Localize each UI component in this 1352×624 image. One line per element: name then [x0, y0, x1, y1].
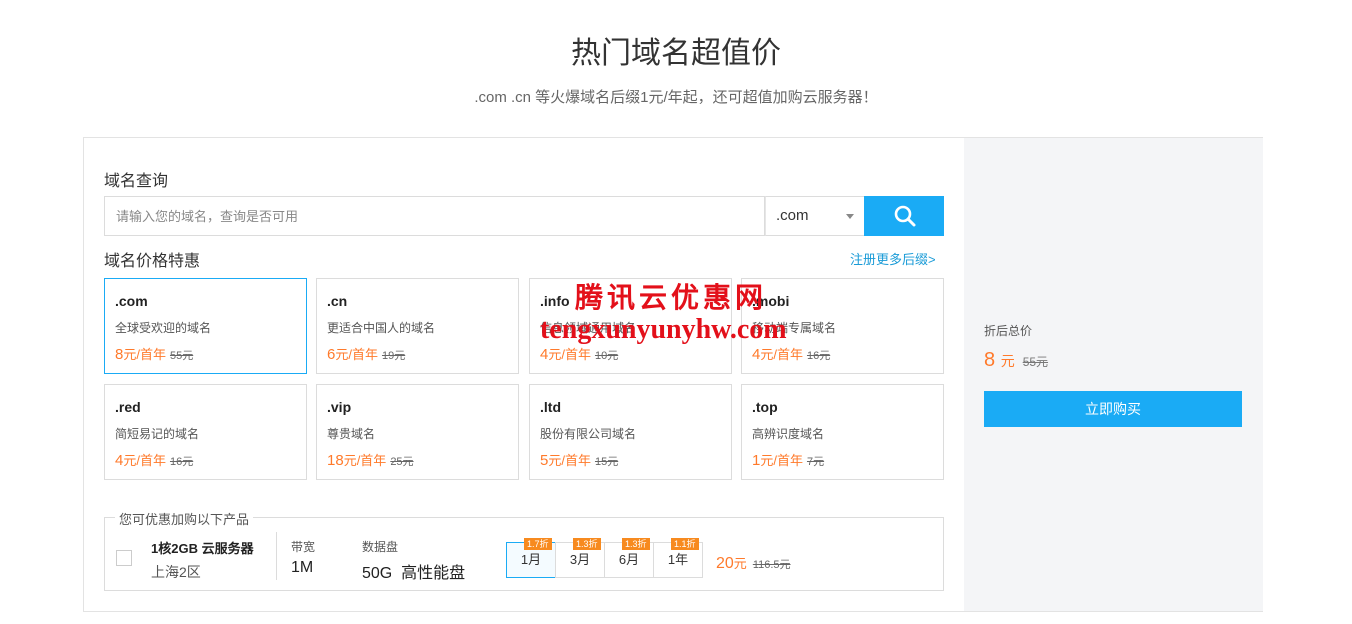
page-title: 热门域名超值价 — [571, 37, 781, 70]
domain-price-unit: 元/首年 — [548, 347, 591, 362]
domain-old-price: 10元 — [594, 350, 619, 362]
domain-desc: 股份有限公司域名 — [540, 427, 637, 441]
domain-desc: 更适合中国人的域名 — [327, 321, 436, 335]
domain-price-value: 18 — [327, 452, 344, 469]
buy-now-button[interactable]: 立即购买 — [984, 391, 1242, 427]
discount-badge: 1.7折 — [524, 538, 552, 550]
discount-badge: 1.3折 — [573, 538, 601, 550]
domain-card[interactable]: .ltd 股份有限公司域名 5元/首年 15元 — [529, 384, 732, 480]
total-label: 折后总价 — [984, 324, 1033, 338]
domain-old-price: 16元 — [169, 456, 194, 468]
pricing-section-label: 域名价格特惠 — [104, 253, 201, 270]
domain-old-price: 25元 — [390, 456, 414, 468]
domain-search-input[interactable] — [105, 197, 765, 235]
domain-card[interactable]: .com 全球受欢迎的域名 8元/首年 55元 — [104, 278, 307, 374]
domain-price: 8元/首年 55元 — [115, 344, 193, 363]
discount-badge: 1.1折 — [671, 538, 699, 550]
domain-price: 6元/首年 19元 — [327, 344, 405, 363]
bandwidth-label: 带宽 — [291, 540, 316, 554]
addon-price-value: 20 — [716, 555, 734, 572]
search-button[interactable] — [864, 196, 944, 236]
disk-label: 数据盘 — [362, 540, 399, 554]
domain-suffix: .info — [540, 293, 570, 309]
product-name: 1核2GB 云服务器 — [151, 541, 254, 556]
domain-old-price: 16元 — [806, 350, 831, 362]
suffix-select[interactable]: .com — [765, 196, 865, 236]
domain-card[interactable]: .red 简短易记的域名 4元/首年 16元 — [104, 384, 307, 480]
disk-value: 50G 高性能盘 — [362, 565, 466, 582]
domain-card[interactable]: .top 高辨识度域名 1元/首年 7元 — [741, 384, 944, 480]
domain-price-unit: 元/首年 — [335, 347, 378, 362]
domain-price-unit: 元/首年 — [760, 453, 803, 468]
domain-suffix: .ltd — [540, 399, 561, 415]
domain-card[interactable]: .vip 尊贵域名 18元/首年 25元 — [316, 384, 519, 480]
domain-suffix: .red — [115, 399, 141, 415]
addon-checkbox[interactable] — [116, 550, 132, 566]
watermark-text: 腾讯云优惠网 — [575, 281, 768, 314]
domain-desc: 简短易记的域名 — [115, 427, 200, 441]
domain-desc: 高辨识度域名 — [752, 427, 825, 441]
page-subtitle: .com .cn 等火爆域名后缀1元/年起，还可超值加购云服务器！ — [474, 89, 878, 106]
product-region: 上海2区 — [151, 564, 201, 580]
domain-old-price: 15元 — [594, 456, 619, 468]
total-price-unit: 元 — [1000, 353, 1015, 369]
domain-price: 18元/首年 25元 — [327, 450, 414, 469]
addon-old-price: 116.5元 — [752, 559, 791, 571]
domain-old-price: 7元 — [806, 456, 825, 468]
domain-price: 4元/首年 16元 — [752, 344, 830, 363]
domain-card[interactable]: .cn 更适合中国人的域名 6元/首年 19元 — [316, 278, 519, 374]
domain-price: 1元/首年 7元 — [752, 450, 824, 469]
domain-price-unit: 元/首年 — [123, 347, 166, 362]
watermark-url: tengxunyunyhw.com — [540, 314, 787, 345]
order-summary: 折后总价 8 元 55元 立即购买 — [964, 138, 1263, 611]
domain-price-unit: 元/首年 — [343, 453, 387, 468]
domain-price-unit: 元/首年 — [548, 453, 591, 468]
search-section-label: 域名查询 — [104, 173, 169, 190]
domain-suffix: .vip — [327, 399, 352, 415]
more-suffixes-link[interactable]: 注册更多后缀> — [850, 249, 936, 268]
addon-price: 20元 116.5元 — [716, 553, 791, 573]
domain-price: 4元/首年 16元 — [115, 450, 193, 469]
divider — [276, 532, 277, 580]
domain-suffix: .top — [752, 399, 778, 415]
domain-price-unit: 元/首年 — [123, 453, 166, 468]
addon-fieldset: 您可优惠加购以下产品 1核2GB 云服务器 上海2区 带宽 1M 数据盘 50G… — [104, 509, 944, 591]
domain-desc: 全球受欢迎的域名 — [115, 321, 212, 335]
addon-price-unit: 元 — [733, 556, 747, 571]
total-old-price: 55元 — [1022, 355, 1049, 369]
bandwidth-value: 1M — [291, 559, 314, 576]
domain-old-price: 55元 — [169, 350, 194, 362]
suffix-select-value: .com — [776, 207, 809, 224]
domain-purchase-panel: 域名查询 .com 域名价格特惠 注册更多后缀> .com全球受欢迎的域名8元/… — [83, 137, 1263, 612]
addon-legend: 您可优惠加购以下产品 — [115, 509, 254, 528]
caret-down-icon — [846, 214, 854, 219]
domain-old-price: 19元 — [381, 350, 406, 362]
domain-price: 5元/首年 15元 — [540, 450, 618, 469]
domain-desc: 尊贵域名 — [327, 427, 376, 441]
search-box — [104, 196, 765, 236]
domain-price: 4元/首年 10元 — [540, 344, 618, 363]
domain-suffix: .com — [115, 293, 148, 309]
total-price: 8 元 55元 — [984, 349, 1048, 372]
domain-price-unit: 元/首年 — [760, 347, 803, 362]
domain-suffix: .cn — [327, 293, 348, 309]
discount-badge: 1.3折 — [622, 538, 650, 550]
search-icon — [894, 205, 916, 227]
total-price-value: 8 — [984, 349, 996, 371]
